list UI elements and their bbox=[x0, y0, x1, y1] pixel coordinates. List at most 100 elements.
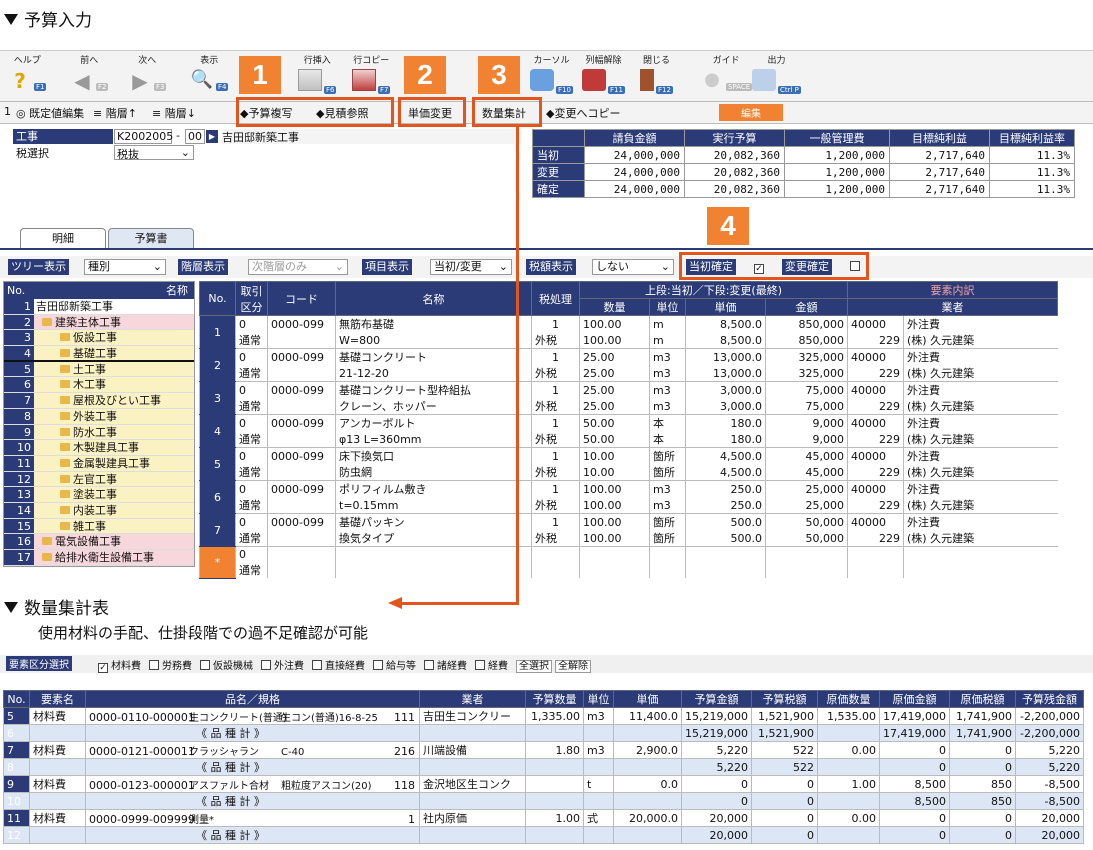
copy-to-change-button[interactable]: ◆変更へコピー bbox=[546, 105, 620, 121]
tax-handling[interactable]: 1 bbox=[531, 480, 580, 497]
unit-change[interactable]: m3 bbox=[649, 398, 686, 415]
quantity[interactable] bbox=[579, 546, 650, 562]
item-name[interactable]: 床下換気口 bbox=[335, 447, 532, 464]
guide-button[interactable]: ガイド ● SPACE bbox=[700, 53, 753, 91]
item-spec[interactable]: 21-12-20 bbox=[335, 365, 532, 382]
amount-change[interactable]: 9,000 bbox=[765, 431, 848, 448]
tax-handling-change[interactable]: 外税 bbox=[531, 332, 580, 349]
item-code-change[interactable] bbox=[267, 464, 336, 481]
item-name[interactable]: 基礎パッキン bbox=[335, 513, 532, 530]
tax-handling[interactable]: 1 bbox=[531, 414, 580, 431]
tab-budget-book[interactable]: 予算書 bbox=[108, 228, 194, 248]
element-name[interactable]: 外注費 bbox=[903, 447, 1058, 464]
quantity[interactable]: 25.00 bbox=[579, 381, 650, 398]
item-spec[interactable]: クレーン、ホッパー bbox=[335, 398, 532, 415]
item-code[interactable]: 0000-099 bbox=[267, 381, 336, 398]
amount-change[interactable]: 75,000 bbox=[765, 398, 848, 415]
output-button[interactable]: 出力 Ctrl P bbox=[752, 53, 801, 94]
amount[interactable]: 850,000 bbox=[765, 315, 848, 332]
vendor-code[interactable]: 229 bbox=[847, 497, 904, 514]
unit[interactable]: 箇所 bbox=[649, 513, 686, 530]
tree-item[interactable]: 13 塗装工事 bbox=[4, 487, 194, 503]
amount[interactable]: 50,000 bbox=[765, 513, 848, 530]
unit-change[interactable]: m3 bbox=[649, 365, 686, 382]
item-name[interactable]: ポリフィルム敷き bbox=[335, 480, 532, 497]
item-spec[interactable]: φ13 L=360mm bbox=[335, 431, 532, 448]
quantity[interactable]: 25.00 bbox=[579, 348, 650, 365]
amount-change[interactable]: 50,000 bbox=[765, 530, 848, 547]
tax-handling[interactable]: 1 bbox=[531, 381, 580, 398]
quantity[interactable]: 10.00 bbox=[579, 447, 650, 464]
amount-change[interactable]: 850,000 bbox=[765, 332, 848, 349]
trade-type-change[interactable]: 通常 bbox=[235, 332, 268, 349]
item-name[interactable]: 基礎コンクリート bbox=[335, 348, 532, 365]
tree-item[interactable]: 4 基礎工事 bbox=[4, 346, 194, 362]
select-all-button[interactable]: 全選択 bbox=[516, 660, 552, 673]
tree-item[interactable]: 5 土工事 bbox=[4, 361, 194, 378]
item-spec[interactable]: t=0.15mm bbox=[335, 497, 532, 514]
element-name[interactable]: 外注費 bbox=[903, 315, 1058, 332]
trade-type[interactable]: 0 bbox=[235, 414, 268, 431]
grid-row-bottom[interactable]: 通常 bbox=[200, 562, 1058, 578]
unit-price-change[interactable]: 4,500.0 bbox=[685, 464, 766, 481]
grid-row-top[interactable]: * 0 bbox=[199, 546, 1058, 579]
unit-change[interactable]: 本 bbox=[649, 431, 686, 448]
trade-type-change[interactable]: 通常 bbox=[235, 398, 268, 415]
quantity[interactable]: 100.00 bbox=[579, 480, 650, 497]
grid-row-top[interactable]: 7 0 0000-099 基礎パッキン 1 100.00 箇所 500.0 50,000 4000… bbox=[199, 513, 1058, 547]
trade-type[interactable]: 0 bbox=[235, 513, 268, 530]
vendor-name[interactable]: (株) 久元建築 bbox=[903, 431, 1058, 448]
quantity-change[interactable]: 100.00 bbox=[579, 332, 650, 349]
quantity-row[interactable]: 11 材料費 0000-0999-009999測量* 1 社内原価 1.00 式 20,000… bbox=[3, 809, 1084, 827]
view-button[interactable]: 表示 🔍 F4 bbox=[190, 53, 229, 91]
quantity[interactable]: 50.00 bbox=[579, 414, 650, 431]
item-name[interactable]: 無筋布基礎 bbox=[335, 315, 532, 332]
tree-view-select[interactable]: 種別 ⌄ bbox=[84, 259, 166, 275]
element-code[interactable]: 40000 bbox=[847, 315, 904, 332]
tree-item[interactable]: 2 建築主体工事 bbox=[4, 314, 194, 331]
element-type-checkbox[interactable]: 経費 bbox=[475, 660, 508, 672]
unit-price-change[interactable]: 250.0 bbox=[685, 497, 766, 514]
vendor-code[interactable]: 229 bbox=[847, 332, 904, 349]
unit-price-change[interactable]: 500.0 bbox=[685, 530, 766, 547]
tree-item[interactable]: 10 木製建具工事 bbox=[4, 440, 194, 456]
item-spec[interactable] bbox=[335, 562, 532, 578]
unit-change[interactable] bbox=[649, 562, 686, 578]
koji-lookup-icon[interactable]: ▶ bbox=[206, 130, 218, 143]
level-down-button[interactable]: ≡ 階層↓ bbox=[152, 105, 196, 121]
vendor-name[interactable]: (株) 久元建築 bbox=[903, 398, 1058, 415]
amount[interactable]: 25,000 bbox=[765, 480, 848, 497]
quantity-row[interactable]: 7 材料費 0000-0121-000011クラッシャラン C-40 216 川端設備 1.… bbox=[3, 741, 1084, 759]
trade-type[interactable]: 0 bbox=[235, 447, 268, 464]
tree-item[interactable]: 9 防水工事 bbox=[4, 424, 194, 441]
quantity-row[interactable]: 9 材料費 0000-0123-000001アスファルト合材 粗粒度アスコン(20) 1… bbox=[3, 775, 1084, 793]
unit[interactable]: m3 bbox=[649, 348, 686, 365]
item-spec[interactable]: 防虫網 bbox=[335, 464, 532, 481]
quantity-change[interactable]: 10.00 bbox=[579, 464, 650, 481]
element-name[interactable]: 外注費 bbox=[903, 414, 1058, 431]
trade-type[interactable]: 0 bbox=[235, 546, 268, 562]
vendor-name[interactable]: (株) 久元建築 bbox=[903, 530, 1058, 547]
help-button[interactable]: ヘルプ? F1 bbox=[8, 53, 47, 93]
grid-row-bottom[interactable]: 通常 防虫網 外税 10.00 箇所 4,500.0 45,000 229 (株) 久元建築 bbox=[200, 464, 1058, 481]
element-code[interactable]: 40000 bbox=[847, 348, 904, 365]
unit[interactable]: 本 bbox=[649, 414, 686, 431]
item-code[interactable]: 0000-099 bbox=[267, 447, 336, 464]
trade-type-change[interactable]: 通常 bbox=[235, 464, 268, 481]
unit-change[interactable]: 箇所 bbox=[649, 530, 686, 547]
tree-item[interactable]: 7 屋根及びとい工事 bbox=[4, 393, 194, 409]
unit-price[interactable]: 500.0 bbox=[685, 513, 766, 530]
grid-row-top[interactable]: 2 0 0000-099 基礎コンクリート 1 25.00 m3 13,000.0 325,00… bbox=[199, 348, 1058, 382]
grid-row-bottom[interactable]: 通常 φ13 L=360mm 外税 50.00 本 180.0 9,000 229 (株) 久元… bbox=[200, 431, 1058, 448]
tree-item[interactable]: 15 雑工事 bbox=[4, 518, 194, 535]
tax-handling-change[interactable]: 外税 bbox=[531, 398, 580, 415]
unit[interactable] bbox=[649, 546, 686, 562]
insert-row-button[interactable]: 行挿入 F6 bbox=[298, 53, 337, 94]
unit[interactable]: 箇所 bbox=[649, 447, 686, 464]
quantity-change[interactable]: 100.00 bbox=[579, 530, 650, 547]
item-code[interactable] bbox=[267, 546, 336, 562]
item-code-change[interactable] bbox=[267, 332, 336, 349]
vendor-code[interactable]: 229 bbox=[847, 530, 904, 547]
tree-item[interactable]: 17 給排水衛生設備工事 bbox=[4, 550, 194, 566]
grid-row-bottom[interactable]: 通常 W=800 外税 100.00 m 8,500.0 850,000 229 (株) 久元建… bbox=[200, 332, 1058, 349]
